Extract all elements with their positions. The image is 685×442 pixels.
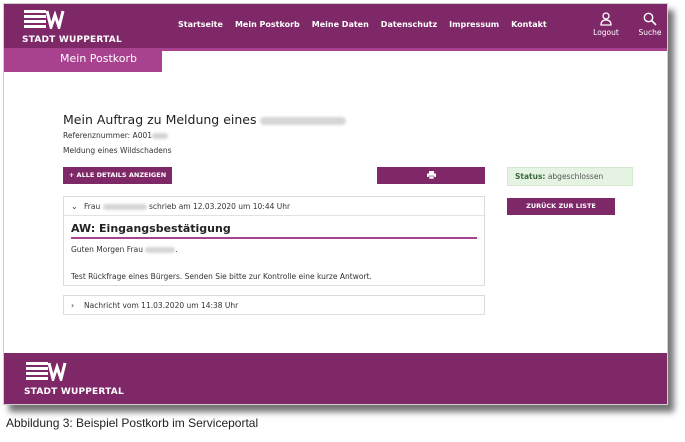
status-value: abgeschlossen [547,172,604,181]
message-header[interactable]: ⌄ Frau schrieb am 12.03.2020 um 10:44 Uh… [64,197,484,216]
city-logo-icon [24,10,65,29]
nav-item-postkorb[interactable]: Mein Postkorb [235,20,300,29]
footer-brand-name: STADT WUPPERTAL [24,387,124,397]
brand-name: STADT WUPPERTAL [22,35,122,45]
nav-item-startseite[interactable]: Startseite [178,20,223,29]
nav-item-meine-daten[interactable]: Meine Daten [312,20,369,29]
status-label: Status: [515,172,546,181]
main-nav: Startseite Mein Postkorb Meine Daten Dat… [178,20,547,29]
title-underline [71,237,477,239]
reference-number: Referenznummer: A001 [63,131,169,140]
message-greeting: Guten Morgen Frau . [71,245,178,254]
show-all-details-button[interactable]: + ALLE DETAILS ANZEIGEN [63,167,172,184]
print-icon [426,171,436,180]
request-title-text: Mein Auftrag zu Meldung eines [63,112,257,127]
back-to-list-button[interactable]: ZURÜCK ZUR LISTE [507,198,615,215]
search-button[interactable]: Suche [630,12,667,37]
message-title: AW: Eingangsbestätigung [71,222,231,235]
page-title-tab: Mein Postkorb [4,48,162,72]
brand-logo[interactable]: STADT WUPPERTAL [22,9,132,45]
request-subject: Meldung eines Wildschadens [63,146,172,155]
figure-caption: Abbildung 3: Beispiel Postkorb im Servic… [6,416,259,430]
chevron-right-icon: › [71,301,75,310]
message-body: Test Rückfrage eines Bürgers. Senden Sie… [71,272,372,281]
header-bar: STADT WUPPERTAL Startseite Mein Postkorb… [4,4,667,48]
message-meta: schrieb am 12.03.2020 um 10:44 Uhr [148,202,291,211]
nav-item-datenschutz[interactable]: Datenschutz [381,20,437,29]
search-label: Suche [638,28,662,37]
message-header[interactable]: › Nachricht vom 11.03.2020 um 14:38 Uhr [64,296,484,315]
chevron-down-icon: ⌄ [71,202,78,211]
search-icon [643,12,657,26]
redacted-text [145,247,176,253]
message-collapsed: › Nachricht vom 11.03.2020 um 14:38 Uhr [63,295,485,315]
request-title: Mein Auftrag zu Meldung eines [63,112,347,127]
screenshot-frame: STADT WUPPERTAL Startseite Mein Postkorb… [3,3,668,405]
reference-text: Referenznummer: A001 [63,131,153,140]
redacted-text [152,133,169,139]
city-logo-icon [26,362,67,381]
greeting-text: Guten Morgen Frau [71,245,143,254]
redacted-text [260,116,347,125]
print-button[interactable] [377,167,485,184]
nav-item-kontakt[interactable]: Kontakt [511,20,547,29]
sender-prefix: Frau [84,202,101,211]
footer-brand-logo[interactable]: STADT WUPPERTAL [24,361,134,397]
logout-label: Logout [593,28,619,37]
nav-item-impressum[interactable]: Impressum [449,20,499,29]
user-icon [600,12,612,26]
status-badge: Status: abgeschlossen [507,167,633,186]
logout-button[interactable]: Logout [586,12,626,37]
redacted-text [102,204,147,210]
message-meta: Nachricht vom 11.03.2020 um 14:38 Uhr [84,301,239,310]
message-expanded: ⌄ Frau schrieb am 12.03.2020 um 10:44 Uh… [63,196,485,286]
footer: STADT WUPPERTAL [4,353,667,404]
